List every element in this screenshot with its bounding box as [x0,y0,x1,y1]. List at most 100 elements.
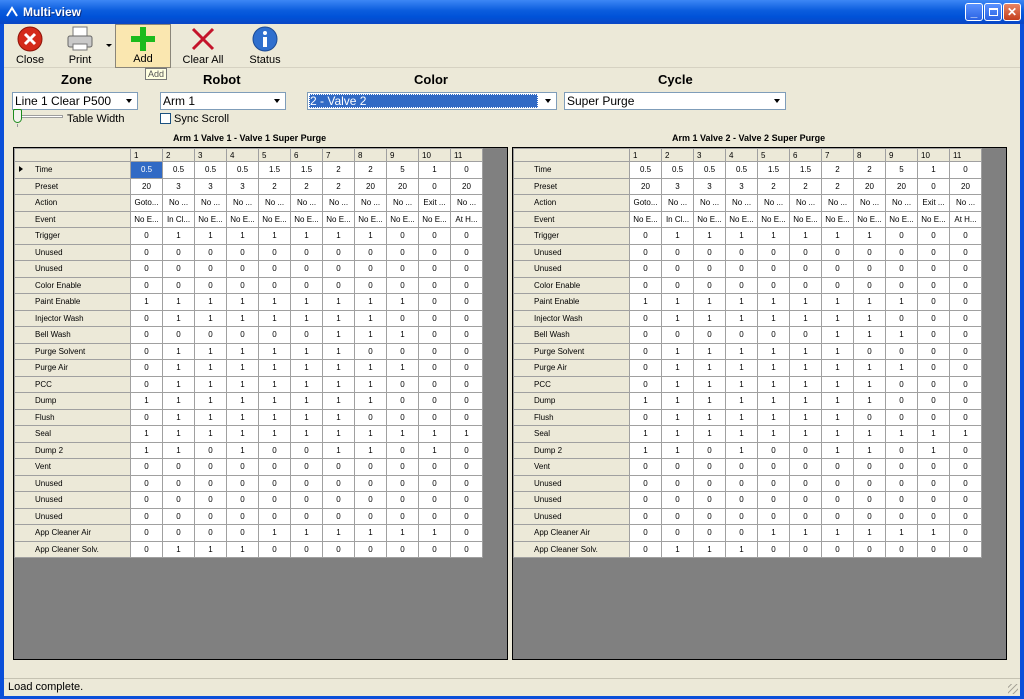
table-cell[interactable]: 1 [290,359,323,377]
table-cell[interactable]: 1 [258,342,291,360]
table-cell[interactable]: 1 [162,293,195,311]
table-cell[interactable]: 1 [290,309,323,327]
table-cell[interactable]: 0 [418,177,451,195]
table-cell[interactable]: 0 [949,458,982,476]
table-cell[interactable]: 1 [258,408,291,426]
table-cell[interactable]: 0 [162,260,195,278]
table-cell[interactable]: 0 [418,392,451,410]
table-cell[interactable]: 0 [949,342,982,360]
table-cell[interactable]: 1 [661,309,694,327]
table-cell[interactable]: 1 [693,408,726,426]
table-cell[interactable]: 1 [290,408,323,426]
table-cell[interactable]: 0 [386,309,419,327]
table-cell[interactable]: 0 [450,260,483,278]
minimize-button[interactable]: _ [965,3,983,21]
row-header[interactable]: Trigger [513,227,630,245]
row-header[interactable]: App Cleaner Solv. [513,540,630,558]
table-cell[interactable]: 1.5 [757,161,790,179]
table-cell[interactable]: 1 [853,441,886,459]
table-cell[interactable]: 0 [757,491,790,509]
table-cell[interactable]: No ... [450,194,483,212]
row-header[interactable]: Dump [513,392,630,410]
table-cell[interactable]: 1 [162,227,195,245]
cycle-select[interactable]: Super Purge [564,92,786,110]
table-cell[interactable]: 2 [757,177,790,195]
table-cell[interactable]: Goto... [130,194,163,212]
table-cell[interactable]: 1 [821,326,854,344]
table-cell[interactable]: 0 [949,309,982,327]
table-cell[interactable]: No ... [386,194,419,212]
table-cell[interactable]: 0 [322,276,355,294]
table-cell[interactable]: 0 [386,507,419,525]
table-cell[interactable]: 0 [226,458,259,476]
table-cell[interactable]: 1 [885,293,918,311]
row-header[interactable]: Purge Solvent [513,342,630,360]
table-cell[interactable]: 20 [853,177,886,195]
table-cell[interactable]: 0 [853,491,886,509]
add-button[interactable]: Add [115,24,171,68]
table-cell[interactable]: 0 [917,375,950,393]
table-cell[interactable]: 0 [917,227,950,245]
table-cell[interactable]: 0 [194,441,227,459]
table-cell[interactable]: 0 [386,474,419,492]
row-header[interactable]: Event [14,210,131,228]
table-cell[interactable]: 0 [821,540,854,558]
table-cell[interactable]: 0 [322,507,355,525]
table-cell[interactable]: 1 [194,425,227,443]
table-cell[interactable]: 0 [629,326,662,344]
table-cell[interactable]: 1 [194,375,227,393]
table-cell[interactable]: 0 [322,260,355,278]
table-cell[interactable]: 0 [949,326,982,344]
table-cell[interactable]: No ... [290,194,323,212]
table-cell[interactable]: 0 [821,276,854,294]
table-cell[interactable]: No E... [258,210,291,228]
table-cell[interactable]: 1 [322,342,355,360]
table-cell[interactable]: 0 [725,458,758,476]
table-cell[interactable]: 0 [194,260,227,278]
table-cell[interactable]: 0 [885,260,918,278]
table-cell[interactable]: 1 [226,309,259,327]
table-cell[interactable]: 0 [130,342,163,360]
table-cell[interactable]: 0 [290,326,323,344]
table-cell[interactable]: 0.5 [162,161,195,179]
table-cell[interactable]: 0 [757,458,790,476]
table-cell[interactable]: 0 [290,458,323,476]
table-cell[interactable]: 0 [629,408,662,426]
table-cell[interactable]: 0 [450,540,483,558]
table-cell[interactable]: 0 [130,408,163,426]
row-header[interactable]: Unused [513,491,630,509]
table-cell[interactable]: No ... [757,194,790,212]
table-cell[interactable]: 0 [789,458,822,476]
table-cell[interactable]: 1 [290,524,323,542]
table-cell[interactable]: 1 [693,540,726,558]
table-cell[interactable]: 0 [450,161,483,179]
table-cell[interactable]: 0.5 [226,161,259,179]
table-cell[interactable]: 0 [917,408,950,426]
table-cell[interactable]: 0 [757,474,790,492]
table-cell[interactable]: 0 [130,276,163,294]
table-cell[interactable]: 0 [130,507,163,525]
table-cell[interactable]: 1 [821,408,854,426]
table-cell[interactable]: 0 [290,243,323,261]
table-cell[interactable]: No E... [322,210,355,228]
row-header[interactable]: Dump [14,392,131,410]
table-cell[interactable]: 1 [386,326,419,344]
table-cell[interactable]: 0 [853,342,886,360]
table-cell[interactable]: 1 [821,392,854,410]
table-cell[interactable]: 1 [386,293,419,311]
table-cell[interactable]: 0 [418,359,451,377]
table-cell[interactable]: 0 [418,243,451,261]
table-cell[interactable]: 1 [725,227,758,245]
table-cell[interactable]: 1 [661,342,694,360]
table-cell[interactable]: 0 [629,524,662,542]
table-cell[interactable]: 0 [693,524,726,542]
table-cell[interactable]: 1 [354,227,387,245]
column-header[interactable]: 9 [386,148,419,162]
table-cell[interactable]: 0 [917,177,950,195]
table-cell[interactable]: 1 [725,392,758,410]
title-bar[interactable]: Multi-view _ ✕ [0,0,1024,24]
table-cell[interactable]: 0 [258,491,291,509]
table-cell[interactable]: 0 [629,243,662,261]
table-cell[interactable]: 0 [258,276,291,294]
table-cell[interactable]: 1 [290,392,323,410]
